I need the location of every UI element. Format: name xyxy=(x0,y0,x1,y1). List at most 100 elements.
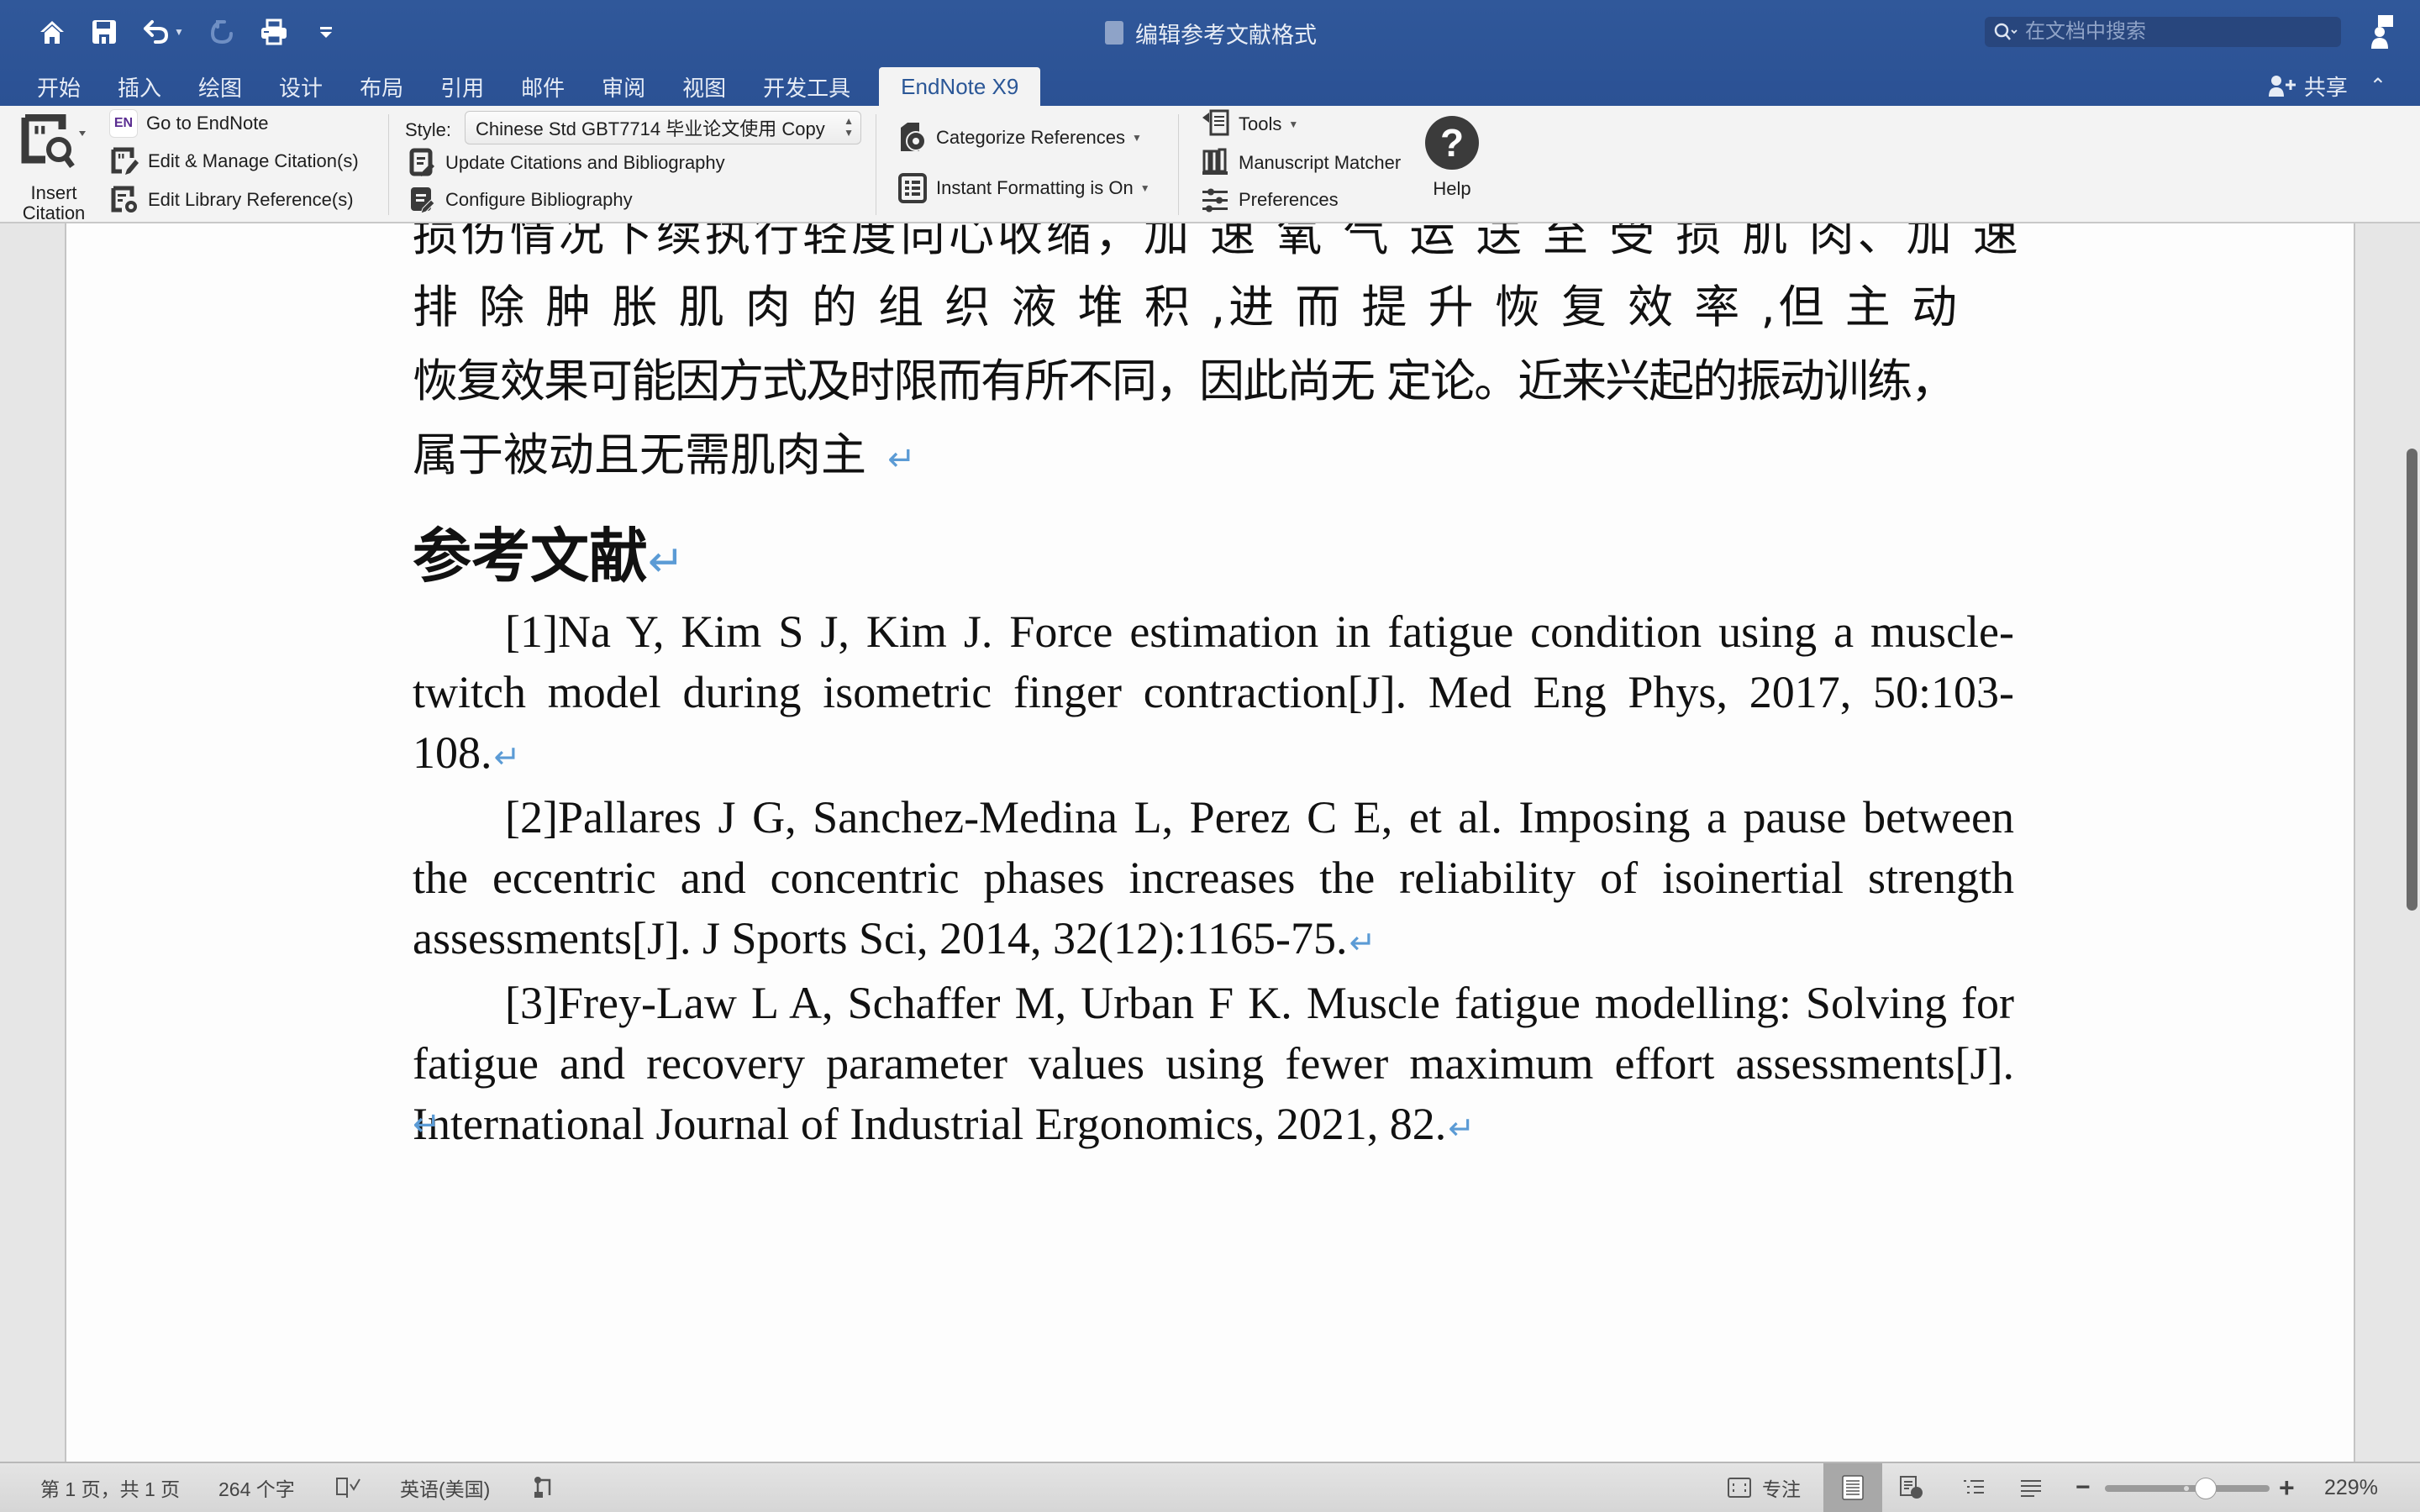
tab-draw[interactable]: 绘图 xyxy=(180,67,260,106)
reference-text: [2]Pallares J G, Sanchez-Medina L, Perez… xyxy=(413,792,2014,963)
print-button[interactable] xyxy=(255,15,292,49)
body-text: 属于被动且无需肌肉主 xyxy=(413,428,881,481)
instant-formatting-label: Instant Formatting is On xyxy=(936,177,1134,198)
tab-review[interactable]: 审阅 xyxy=(583,67,664,106)
tab-references[interactable]: 引用 xyxy=(422,67,502,106)
zoom-slider-thumb[interactable] xyxy=(2195,1478,2217,1499)
edit-library-reference-icon xyxy=(109,185,139,215)
paragraph-mark: ↵ xyxy=(887,440,916,479)
tab-mailings[interactable]: 邮件 xyxy=(502,67,583,106)
account-icon[interactable] xyxy=(2371,15,2393,49)
web-layout-view-button[interactable] xyxy=(1882,1463,1941,1512)
reference-entry[interactable]: [3]Frey-Law L A, Schaffer M, Urban F K. … xyxy=(413,973,2014,1158)
document-title-text: 编辑参考文献格式 xyxy=(1135,22,1317,48)
undo-button[interactable]: ▼ xyxy=(138,15,188,49)
tab-developer[interactable]: 开发工具 xyxy=(744,67,869,106)
help-icon: ? xyxy=(1425,116,1479,170)
word-document-icon xyxy=(1105,21,1123,45)
customize-toolbar-icon xyxy=(320,27,332,38)
tab-home[interactable]: 开始 xyxy=(18,67,99,106)
empty-paragraph[interactable]: ↵ xyxy=(413,1084,441,1158)
reference-entry[interactable]: [2]Pallares J G, Sanchez-Medina L, Perez… xyxy=(413,787,2014,973)
manuscript-matcher-icon xyxy=(1200,148,1230,178)
edit-library-references-button[interactable]: Edit Library Reference(s) xyxy=(109,185,354,215)
categorize-references-button[interactable]: Categorize References ▼ xyxy=(897,123,1142,153)
share-label: 共享 xyxy=(2303,74,2348,100)
configure-bibliography-button[interactable]: Configure Bibliography xyxy=(407,185,633,215)
categorize-references-label: Categorize References xyxy=(936,127,1126,148)
bibliography: [1]Na Y, Kim S J, Kim J. Force estimatio… xyxy=(413,601,2014,1158)
references-heading-text: 参考文献 xyxy=(413,522,648,591)
paragraph-mark: ↵ xyxy=(648,537,685,587)
status-bar: 第 1 页，共 1 页 264 个字 英语(美国) 专注 − + 229% xyxy=(0,1462,2420,1512)
zoom-in-button[interactable]: + xyxy=(2279,1463,2295,1512)
share-button[interactable]: 共享 ⌃ xyxy=(2268,69,2386,102)
svg-text:": " xyxy=(117,150,125,171)
customize-toolbar-button[interactable] xyxy=(308,15,345,49)
preferences-button[interactable]: Preferences xyxy=(1200,185,1339,215)
help-button[interactable]: ? Help xyxy=(1425,116,1479,200)
tab-endnote-x9[interactable]: EndNote X9 xyxy=(879,67,1041,106)
focus-mode-button[interactable]: 专注 xyxy=(1727,1463,1801,1512)
update-citations-button[interactable]: Update Citations and Bibliography xyxy=(407,148,725,178)
tools-icon xyxy=(1200,109,1230,139)
zoom-out-button[interactable]: − xyxy=(2075,1463,2091,1512)
draft-view-button[interactable] xyxy=(2002,1463,2060,1512)
tools-label: Tools xyxy=(1239,113,1282,134)
outline-view-button[interactable] xyxy=(1944,1463,2003,1512)
insert-citation-button[interactable]: " Insert Citation xyxy=(12,113,96,223)
style-label: Style: xyxy=(405,119,452,140)
edit-library-references-label: Edit Library Reference(s) xyxy=(148,189,354,210)
zoom-level[interactable]: 229% xyxy=(2324,1463,2378,1512)
tab-layout[interactable]: 布局 xyxy=(341,67,422,106)
tab-insert[interactable]: 插入 xyxy=(99,67,180,106)
undo-dropdown-icon[interactable]: ▼ xyxy=(174,26,184,38)
home-icon xyxy=(40,21,64,44)
go-to-endnote-button[interactable]: EN Go to EndNote xyxy=(109,109,269,138)
instant-formatting-button[interactable]: Instant Formatting is On ▼ xyxy=(897,173,1150,203)
search-box[interactable] xyxy=(1985,17,2341,47)
save-button[interactable] xyxy=(86,15,123,49)
undo-icon xyxy=(144,20,169,44)
body-text-line-last: 属于被动且无需肌肉主 ↵ xyxy=(413,418,916,492)
edit-manage-citations-button[interactable]: " Edit & Manage Citation(s) xyxy=(109,146,359,176)
tab-design[interactable]: 设计 xyxy=(260,67,341,106)
svg-text:": " xyxy=(32,121,48,155)
proofing-button[interactable] xyxy=(334,1463,363,1512)
document-page[interactable]: 损伤情况下续执行轻度向心收缩，加 速 氧 气 运 送 至 受 损 肌 肉、加 速… xyxy=(65,223,2355,1462)
configure-bibliography-label: Configure Bibliography xyxy=(445,189,633,210)
collapse-ribbon-icon[interactable]: ⌃ xyxy=(2370,74,2386,98)
tab-view[interactable]: 视图 xyxy=(664,67,744,106)
go-to-endnote-label: Go to EndNote xyxy=(146,113,269,134)
endnote-ribbon: " Insert Citation EN Go to EndNote " Edi… xyxy=(0,106,2420,223)
update-bibliography-icon xyxy=(407,148,437,178)
macro-recorder-button[interactable] xyxy=(533,1463,553,1512)
style-select[interactable]: Chinese Std GBT7714 毕业论文使用 Copy ▲ ▼ xyxy=(465,111,861,144)
paragraph-mark: ↵ xyxy=(413,1105,441,1144)
reference-entry[interactable]: [1]Na Y, Kim S J, Kim J. Force estimatio… xyxy=(413,601,2014,787)
print-layout-view-button[interactable] xyxy=(1823,1463,1882,1512)
paragraph-mark: ↵ xyxy=(1349,924,1376,961)
body-text-line: 恢复效果可能因方式及时限而有所不同，因此尚无 定论。近来兴起的振动训练， xyxy=(413,354,1956,407)
page-count[interactable]: 第 1 页，共 1 页 xyxy=(40,1463,180,1512)
edit-citation-icon: " xyxy=(109,146,139,176)
manuscript-matcher-button[interactable]: Manuscript Matcher xyxy=(1200,148,1401,178)
home-button[interactable] xyxy=(34,15,71,49)
search-input[interactable] xyxy=(2025,20,2311,44)
focus-label: 专注 xyxy=(1762,1478,1801,1500)
tools-button[interactable]: Tools ▼ xyxy=(1200,109,1298,139)
scrollbar-thumb[interactable] xyxy=(2407,449,2417,911)
redo-button[interactable] xyxy=(203,15,240,49)
vertical-scrollbar[interactable] xyxy=(2405,223,2418,1462)
add-person-icon xyxy=(2268,76,2296,97)
draft-icon xyxy=(2021,1480,2041,1497)
paragraph-mark: ↵ xyxy=(1448,1110,1476,1147)
language-indicator[interactable]: 英语(美国) xyxy=(400,1463,490,1512)
print-layout-icon xyxy=(1842,1475,1864,1500)
word-count[interactable]: 264 个字 xyxy=(218,1463,295,1512)
dropdown-caret-icon: ▼ xyxy=(1132,132,1142,144)
zoom-slider-midpoint xyxy=(2184,1486,2189,1491)
body-text-line: 损伤情况下续执行轻度向心收缩，加 速 氧 气 运 送 至 受 损 肌 肉、加 速 xyxy=(413,223,2022,261)
focus-icon xyxy=(1728,1478,1751,1498)
ribbon-separator xyxy=(1178,114,1179,215)
